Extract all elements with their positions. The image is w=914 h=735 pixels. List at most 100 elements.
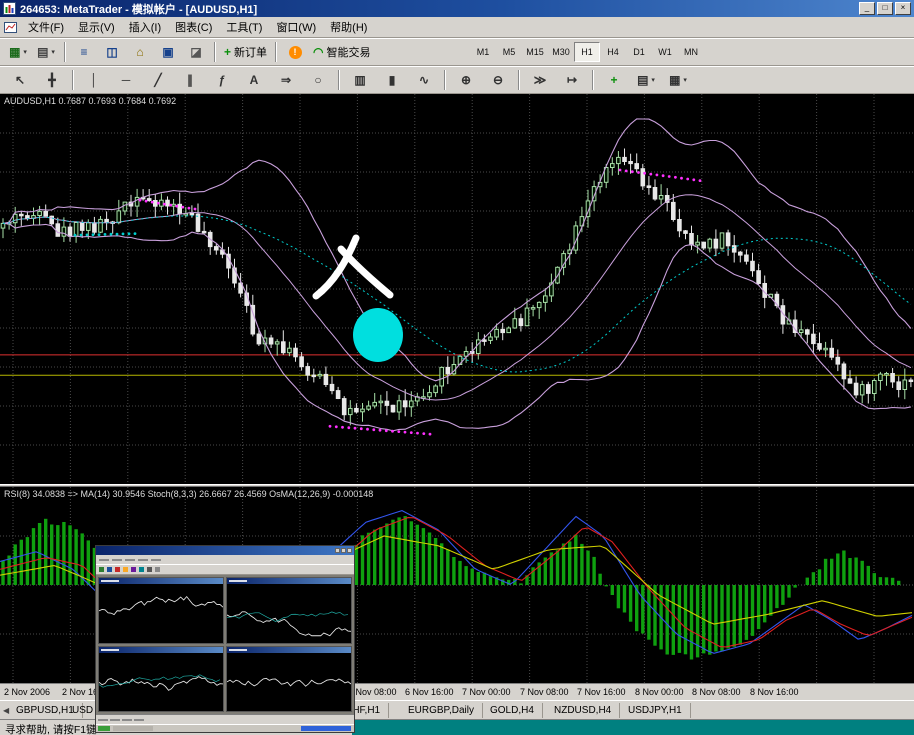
navigator-button[interactable]: ⌂ (127, 41, 153, 63)
maximize-button[interactable]: □ (877, 2, 893, 15)
title-bar: 264653: MetaTrader - 模拟帐户 - [AUDUSD,H1] … (0, 0, 914, 17)
drawn-glyph-stroke[interactable] (316, 238, 356, 296)
new-order-button-glyph: + (224, 46, 231, 58)
expert-advisors-button-label: 智能交易 (327, 44, 371, 60)
tabs-scroll-left-icon[interactable]: ◀ (3, 706, 9, 715)
overlay-menu-dash (125, 559, 135, 561)
text-button[interactable]: A (240, 69, 268, 91)
tf-d1[interactable]: D1 (626, 42, 652, 62)
line-chart-button[interactable]: ∿ (410, 69, 438, 91)
overlay-task-segment (113, 726, 153, 731)
drawn-glyph-stroke[interactable] (341, 249, 390, 295)
market-watch-button[interactable]: ≡ (71, 41, 97, 63)
tab-usdjpy-h1[interactable]: USDJPY,H1 (622, 703, 691, 718)
tf-h1[interactable]: H1 (574, 42, 600, 62)
indicators-button-glyph: + (610, 74, 617, 86)
bar-chart-button[interactable]: ▥ (346, 69, 374, 91)
tf-m30[interactable]: M30 (548, 42, 574, 62)
indicator-label: RSI(8) 34.0838 => MA(14) 30.9546 Stoch(8… (4, 489, 373, 499)
auto-scroll-button[interactable]: ≫ (526, 69, 554, 91)
menu-view[interactable]: 显示(V) (71, 20, 122, 36)
indicators-button[interactable]: + (600, 69, 628, 91)
window-title: 264653: MetaTrader - 模拟帐户 - [AUDUSD,H1] (20, 1, 257, 17)
alert-icon[interactable]: ! (282, 41, 308, 63)
crosshair-button[interactable]: ╋ (38, 69, 66, 91)
caret-down-icon: ▾ (651, 76, 655, 84)
overlay-mini-chart-canvas (227, 653, 351, 712)
templates-button[interactable]: ▦▾ (664, 69, 692, 91)
tf-m1[interactable]: M1 (470, 42, 496, 62)
time-label: 8 Nov 00:00 (635, 687, 684, 697)
fibonacci-button[interactable]: ƒ (208, 69, 236, 91)
overlay-tool-icon (139, 567, 144, 572)
cursor-button[interactable]: ↖ (6, 69, 34, 91)
tab-nzdusd-h4[interactable]: NZDUSD,H4 (548, 703, 620, 718)
drawn-ellipse[interactable] (353, 308, 403, 362)
navigator-button-glyph: ⌂ (136, 46, 143, 58)
overlay-taskbar (96, 724, 354, 732)
strategy-tester-button[interactable]: ◪ (183, 41, 209, 63)
tf-m15[interactable]: M15 (522, 42, 548, 62)
overlay-mini-chart-canvas (99, 653, 223, 712)
zoom-out-button-glyph: ⊖ (493, 74, 503, 86)
overlay-title-bar (96, 546, 354, 555)
menu-help[interactable]: 帮助(H) (323, 20, 374, 36)
overlay-toolbar-strip (96, 564, 354, 575)
new-order-button[interactable]: +新订单 (221, 41, 270, 63)
shapes-button[interactable]: ○ (304, 69, 332, 91)
status-help-text: 寻求帮助, 请按F1键 (5, 722, 97, 735)
trendline-button[interactable]: ╱ (144, 69, 172, 91)
bar-chart-button-glyph: ▥ (354, 74, 365, 86)
alert-icon: ! (289, 46, 302, 59)
time-label: 8 Nov 08:00 (692, 687, 741, 697)
overlay-mini-chart (226, 646, 352, 713)
templates-button-glyph: ▦ (669, 74, 680, 86)
arrows-button[interactable]: ⇒ (272, 69, 300, 91)
vertical-line-button-glyph: │ (90, 74, 98, 86)
main-chart-pane[interactable]: AUDUSD,H1 0.7687 0.7693 0.7684 0.7692 (0, 94, 914, 484)
profiles-button[interactable]: ▤▾ (33, 41, 59, 63)
vertical-line-button[interactable]: │ (80, 69, 108, 91)
chart-shift-button[interactable]: ↦ (558, 69, 586, 91)
zoom-in-button[interactable]: ⊕ (452, 69, 480, 91)
periods-button[interactable]: ▤▾ (632, 69, 660, 91)
overlay-mini-chart-canvas (99, 584, 223, 643)
zoom-out-button[interactable]: ⊖ (484, 69, 512, 91)
main-chart-canvas[interactable] (0, 94, 914, 484)
menu-insert[interactable]: 插入(I) (122, 20, 168, 36)
tf-mn[interactable]: MN (678, 42, 704, 62)
time-label: 6 Nov 16:00 (405, 687, 454, 697)
expert-advisors-button[interactable]: ◠智能交易 (310, 41, 373, 63)
terminal-button[interactable]: ▣ (155, 41, 181, 63)
auto-scroll-button-glyph: ≫ (534, 74, 547, 86)
overlay-tabs-strip (96, 714, 354, 724)
tf-w1[interactable]: W1 (652, 42, 678, 62)
timeframe-group: M1M5M15M30H1H4D1W1MN (470, 42, 704, 62)
tab-gold-h4[interactable]: GOLD,H4 (484, 703, 543, 718)
candlestick-chart-button[interactable]: ▮ (378, 69, 406, 91)
caret-down-icon: ▾ (23, 48, 27, 56)
close-button[interactable]: × (895, 2, 911, 15)
menu-window[interactable]: 窗口(W) (269, 20, 323, 36)
menu-bar: 文件(F)显示(V)插入(I)图表(C)工具(T)窗口(W)帮助(H) (0, 17, 914, 38)
tab-eurgbp-daily[interactable]: EURGBP,Daily (402, 703, 483, 718)
overlay-chart-grid (96, 575, 354, 714)
new-chart-button[interactable]: ▦▾ (5, 41, 31, 63)
data-window-button[interactable]: ◫ (99, 41, 125, 63)
overlay-tool-icon (99, 567, 104, 572)
overlay-tool-icon (123, 567, 128, 572)
tf-m5[interactable]: M5 (496, 42, 522, 62)
time-label: 2 Nov 2006 (4, 687, 50, 697)
menu-tools[interactable]: 工具(T) (219, 20, 269, 36)
toolbar-standard: ▦▾▤▾ ≡◫ ⌂ ▣◪ +新订单! ◠智能交易 M1M5M15M30H1H4D1W1MN (0, 38, 914, 66)
app-icon (3, 2, 16, 15)
tf-h4[interactable]: H4 (600, 42, 626, 62)
menu-file[interactable]: 文件(F) (21, 20, 71, 36)
menu-charts[interactable]: 图表(C) (168, 20, 219, 36)
channel-button[interactable]: ∥ (176, 69, 204, 91)
horizontal-line-button[interactable]: ─ (112, 69, 140, 91)
quote-label: AUDUSD,H1 0.7687 0.7693 0.7684 0.7692 (4, 96, 176, 106)
overlay-maximize-icon (341, 548, 346, 553)
minimize-button[interactable]: _ (859, 2, 875, 15)
time-label: 7 Nov 16:00 (577, 687, 626, 697)
